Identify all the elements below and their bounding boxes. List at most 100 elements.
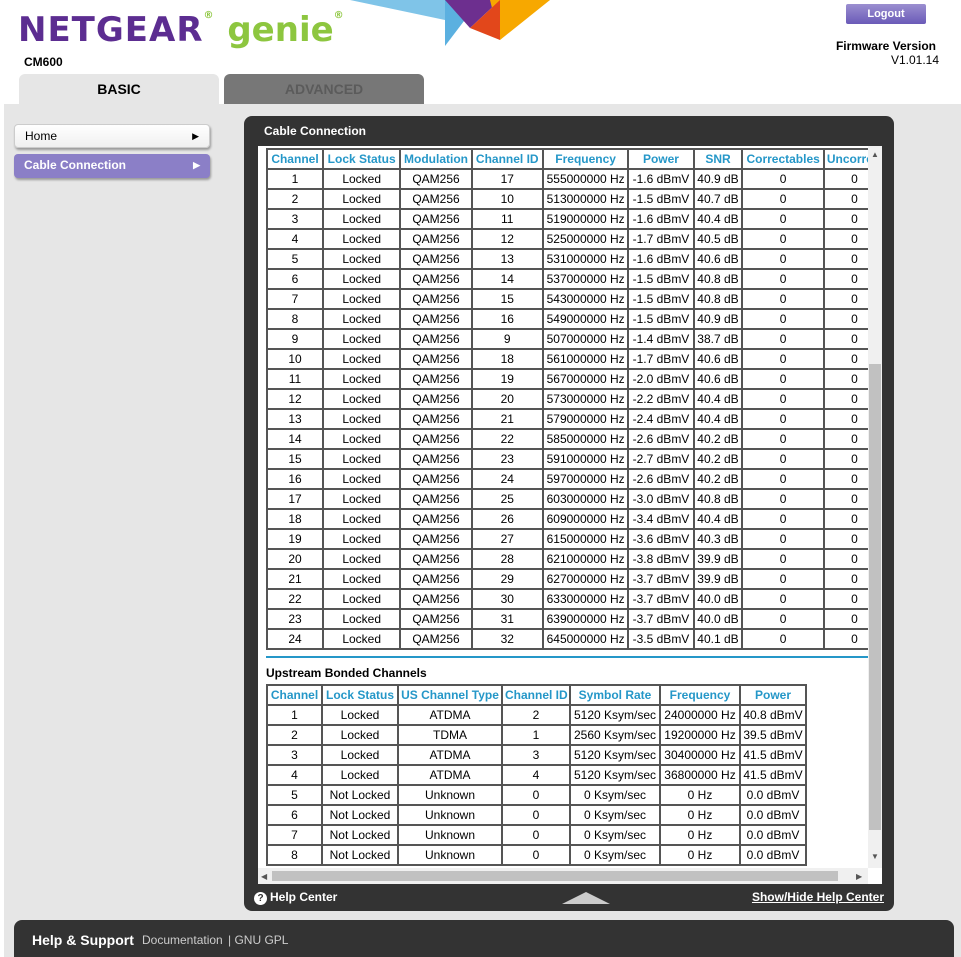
us-header-cell: Power	[739, 684, 807, 706]
table-cell: Locked	[321, 268, 402, 290]
table-cell: QAM256	[399, 548, 473, 570]
sidebar-item-cable-connection[interactable]: Cable Connection ▶	[14, 154, 210, 178]
table-cell: 9	[266, 328, 324, 350]
table-cell: -2.2 dBmV	[627, 388, 695, 410]
table-cell: 513000000 Hz	[541, 188, 630, 210]
table-cell: 0	[741, 448, 825, 470]
help-center-link[interactable]: ? Help Center	[254, 890, 337, 905]
horizontal-scroll-thumb[interactable]	[272, 871, 838, 881]
table-cell: 0.0 dBmV	[739, 804, 807, 826]
tab-basic[interactable]: BASIC	[19, 74, 219, 104]
table-cell: Locked	[321, 528, 402, 550]
table-cell: Unknown	[397, 804, 503, 826]
table-cell: -2.7 dBmV	[627, 448, 695, 470]
table-cell: 0 Hz	[659, 784, 741, 806]
scroll-up-arrow-icon[interactable]: ▲	[871, 150, 879, 159]
table-cell: 0	[741, 388, 825, 410]
table-cell: Locked	[321, 568, 402, 590]
table-cell: 597000000 Hz	[541, 468, 630, 490]
table-cell: QAM256	[399, 448, 473, 470]
table-cell: 585000000 Hz	[541, 428, 630, 450]
table-cell: -1.5 dBmV	[627, 288, 695, 310]
table-cell: 6	[266, 268, 324, 290]
table-cell: Locked	[321, 328, 402, 350]
table-cell: 1	[266, 168, 324, 190]
table-row: 7 Locked QAM256 15 543000000 Hz -1.5 dBmV 40.8…	[266, 288, 882, 310]
table-cell: Locked	[321, 588, 402, 610]
scroll-left-arrow-icon[interactable]: ◀	[261, 872, 267, 881]
table-cell: 591000000 Hz	[541, 448, 630, 470]
table-cell: QAM256	[399, 588, 473, 610]
table-cell: 40.8 dBmV	[739, 704, 807, 726]
downstream-table: Channel Lock Status Modulation Channel ID Fr…	[266, 148, 882, 650]
table-cell: -3.6 dBmV	[627, 528, 695, 550]
table-cell: Locked	[321, 508, 402, 530]
table-cell: Not Locked	[321, 824, 399, 846]
ds-header-cell: Power	[627, 148, 695, 170]
table-cell: 5	[266, 248, 324, 270]
table-cell: 0	[741, 168, 825, 190]
horizontal-scrollbar[interactable]: ◀ ▶	[258, 868, 868, 884]
table-cell: Locked	[321, 288, 402, 310]
table-cell: 0 Ksym/sec	[569, 804, 661, 826]
sidebar-item-home[interactable]: Home ▶	[14, 124, 210, 148]
table-cell: 549000000 Hz	[541, 308, 630, 330]
table-cell: Locked	[321, 168, 402, 190]
scroll-area[interactable]: Channel Lock Status Modulation Channel ID Fr…	[258, 146, 882, 884]
table-cell: 0.0 dBmV	[739, 844, 807, 866]
table-cell: 27	[470, 528, 544, 550]
table-cell: -3.8 dBmV	[627, 548, 695, 570]
documentation-link[interactable]: Documentation	[142, 933, 223, 947]
logout-button[interactable]: Logout	[846, 4, 926, 24]
table-cell: QAM256	[399, 268, 473, 290]
table-cell: 645000000 Hz	[541, 628, 630, 650]
table-cell: 32	[470, 628, 544, 650]
table-cell: 30	[470, 588, 544, 610]
table-cell: 26	[470, 508, 544, 530]
table-cell: 41.5 dBmV	[739, 764, 807, 786]
table-cell: -3.7 dBmV	[627, 588, 695, 610]
scroll-down-arrow-icon[interactable]: ▼	[871, 852, 879, 861]
collapse-triangle-icon[interactable]	[562, 892, 610, 904]
table-cell: Locked	[321, 488, 402, 510]
table-cell: 0	[741, 288, 825, 310]
table-cell: 0	[741, 568, 825, 590]
sidebar-item-label: Home	[25, 129, 58, 143]
panel-title: Cable Connection	[264, 124, 367, 138]
table-cell: 40.7 dB	[692, 188, 744, 210]
table-row: 20 Locked QAM256 28 621000000 Hz -3.8 dBmV 39.…	[266, 548, 882, 570]
table-cell: 0	[501, 804, 571, 826]
scroll-right-arrow-icon[interactable]: ▶	[856, 872, 862, 881]
table-cell: -2.6 dBmV	[627, 428, 695, 450]
table-cell: 40.6 dB	[692, 348, 744, 370]
gnu-gpl-link[interactable]: | GNU GPL	[228, 933, 288, 947]
tab-advanced[interactable]: ADVANCED	[224, 74, 424, 104]
us-header-cell: US Channel Type	[397, 684, 503, 706]
show-hide-help-center-link[interactable]: Show/Hide Help Center	[752, 890, 884, 904]
table-cell: 40.4 dB	[692, 208, 744, 230]
table-cell: 5120 Ksym/sec	[569, 704, 661, 726]
table-row: 8 Not Locked Unknown 0 0 Ksym/sec 0 Hz 0.0 dBm…	[266, 844, 807, 866]
table-cell: -1.6 dBmV	[627, 248, 695, 270]
table-cell: 3	[266, 208, 324, 230]
table-cell: Locked	[321, 468, 402, 490]
table-cell: -3.7 dBmV	[627, 608, 695, 630]
table-cell: 40.0 dB	[692, 588, 744, 610]
table-cell: 0	[741, 228, 825, 250]
table-cell: 15	[470, 288, 544, 310]
table-cell: TDMA	[397, 724, 503, 746]
table-cell: 507000000 Hz	[541, 328, 630, 350]
table-cell: QAM256	[399, 168, 473, 190]
vertical-scroll-thumb[interactable]	[869, 364, 881, 830]
table-cell: 40.4 dB	[692, 508, 744, 530]
table-cell: -2.4 dBmV	[627, 408, 695, 430]
table-cell: 639000000 Hz	[541, 608, 630, 630]
table-cell: 519000000 Hz	[541, 208, 630, 230]
table-cell: Not Locked	[321, 804, 399, 826]
ds-header-cell: Frequency	[541, 148, 630, 170]
table-cell: QAM256	[399, 488, 473, 510]
table-row: 2 Locked TDMA 1 2560 Ksym/sec 19200000 Hz 39.5…	[266, 724, 807, 746]
vertical-scrollbar[interactable]: ▲ ▼	[868, 146, 882, 868]
table-cell: 40.9 dB	[692, 308, 744, 330]
table-cell: -1.7 dBmV	[627, 228, 695, 250]
